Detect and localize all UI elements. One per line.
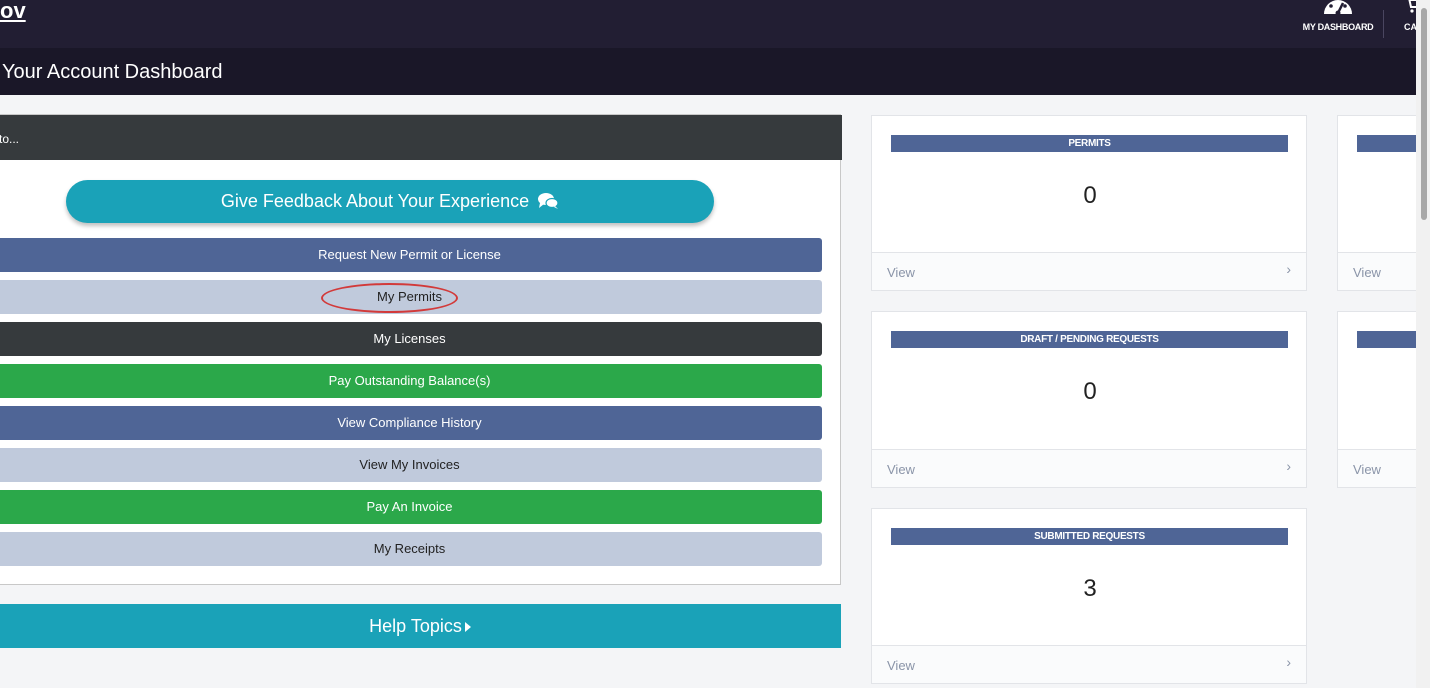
side-card: View: [1337, 115, 1418, 291]
card-footer-link[interactable]: View ›: [872, 449, 1306, 487]
view-link: View: [1353, 462, 1381, 477]
submitted-requests-card: SUBMITTED REQUESTS 3 View ›: [871, 508, 1307, 684]
pay-an-invoice-button[interactable]: Pay An Invoice: [0, 490, 822, 524]
card-count: 0: [1083, 378, 1097, 405]
card-title: SUBMITTED REQUESTS: [891, 528, 1288, 545]
panel-heading: to...: [0, 115, 842, 160]
card-footer-link[interactable]: View: [1338, 449, 1417, 487]
quick-actions-panel: to... Give Feedback About Your Experienc…: [0, 114, 842, 585]
pay-outstanding-balance-button[interactable]: Pay Outstanding Balance(s): [0, 364, 822, 398]
chevron-right-icon: ›: [1286, 458, 1291, 474]
view-link: View: [1353, 265, 1381, 280]
card-title-bar: [1357, 331, 1418, 348]
site-logo[interactable]: ov: [0, 0, 26, 24]
permits-card: PERMITS 0 View ›: [871, 115, 1307, 291]
request-new-permit-button[interactable]: Request New Permit or License: [0, 238, 822, 272]
give-feedback-button[interactable]: Give Feedback About Your Experience: [66, 180, 714, 223]
card-footer-link[interactable]: View ›: [872, 645, 1306, 683]
dashboard-gauge-icon: [1324, 0, 1352, 16]
my-dashboard-label: MY DASHBOARD: [1302, 22, 1374, 32]
page-title: Your Account Dashboard: [2, 61, 223, 83]
my-dashboard-link[interactable]: MY DASHBOARD: [1298, 0, 1378, 40]
panel-heading-text: to...: [0, 132, 20, 146]
card-footer-link[interactable]: View: [1338, 252, 1417, 290]
give-feedback-label: Give Feedback About Your Experience: [220, 191, 530, 211]
view-link: View: [887, 462, 915, 477]
side-card: View: [1337, 311, 1418, 488]
top-navbar: ov MY DASHBOARD CA: [0, 0, 1430, 48]
view-link: View: [887, 265, 915, 280]
draft-pending-requests-card: DRAFT / PENDING REQUESTS 0 View ›: [871, 311, 1307, 488]
card-title: DRAFT / PENDING REQUESTS: [891, 331, 1288, 348]
scrollbar-thumb[interactable]: [1421, 8, 1427, 220]
card-count: 0: [1083, 182, 1097, 209]
page-header: Your Account Dashboard: [0, 48, 1416, 95]
highlight-ring: [321, 283, 458, 313]
view-my-invoices-button[interactable]: View My Invoices: [0, 448, 822, 482]
help-topics-label: Help Topics: [369, 616, 462, 636]
view-link: View: [887, 658, 915, 673]
chevron-right-icon: ›: [1286, 261, 1291, 277]
caret-right-icon: [464, 622, 471, 632]
card-footer-link[interactable]: View ›: [872, 252, 1306, 290]
chevron-right-icon: ›: [1286, 654, 1291, 670]
my-receipts-button[interactable]: My Receipts: [0, 532, 822, 566]
card-count: 3: [1083, 575, 1097, 602]
my-licenses-button[interactable]: My Licenses: [0, 322, 822, 356]
card-title-bar: [1357, 135, 1418, 152]
chat-bubbles-icon: [538, 193, 559, 209]
view-compliance-history-button[interactable]: View Compliance History: [0, 406, 822, 440]
navbar-divider: [1383, 10, 1384, 38]
card-title: PERMITS: [891, 135, 1288, 152]
help-topics-button[interactable]: Help Topics: [0, 604, 841, 648]
